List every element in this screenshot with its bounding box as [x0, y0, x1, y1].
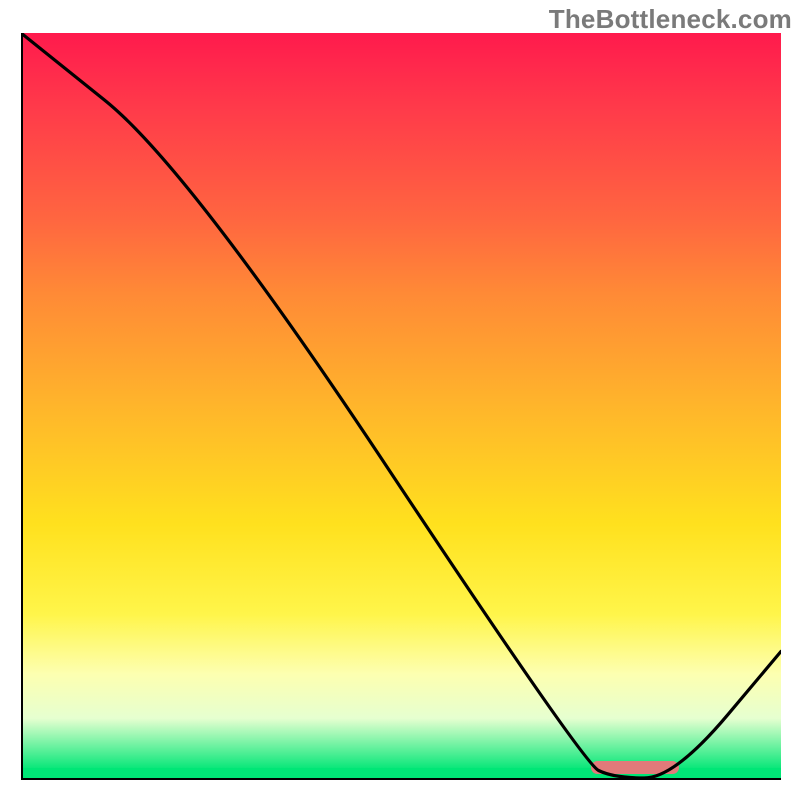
plot-area	[21, 33, 781, 778]
chart-stage: TheBottleneck.com	[0, 0, 800, 800]
watermark-text: TheBottleneck.com	[549, 4, 792, 35]
curve-path	[21, 33, 781, 778]
bottleneck-curve	[21, 33, 781, 778]
